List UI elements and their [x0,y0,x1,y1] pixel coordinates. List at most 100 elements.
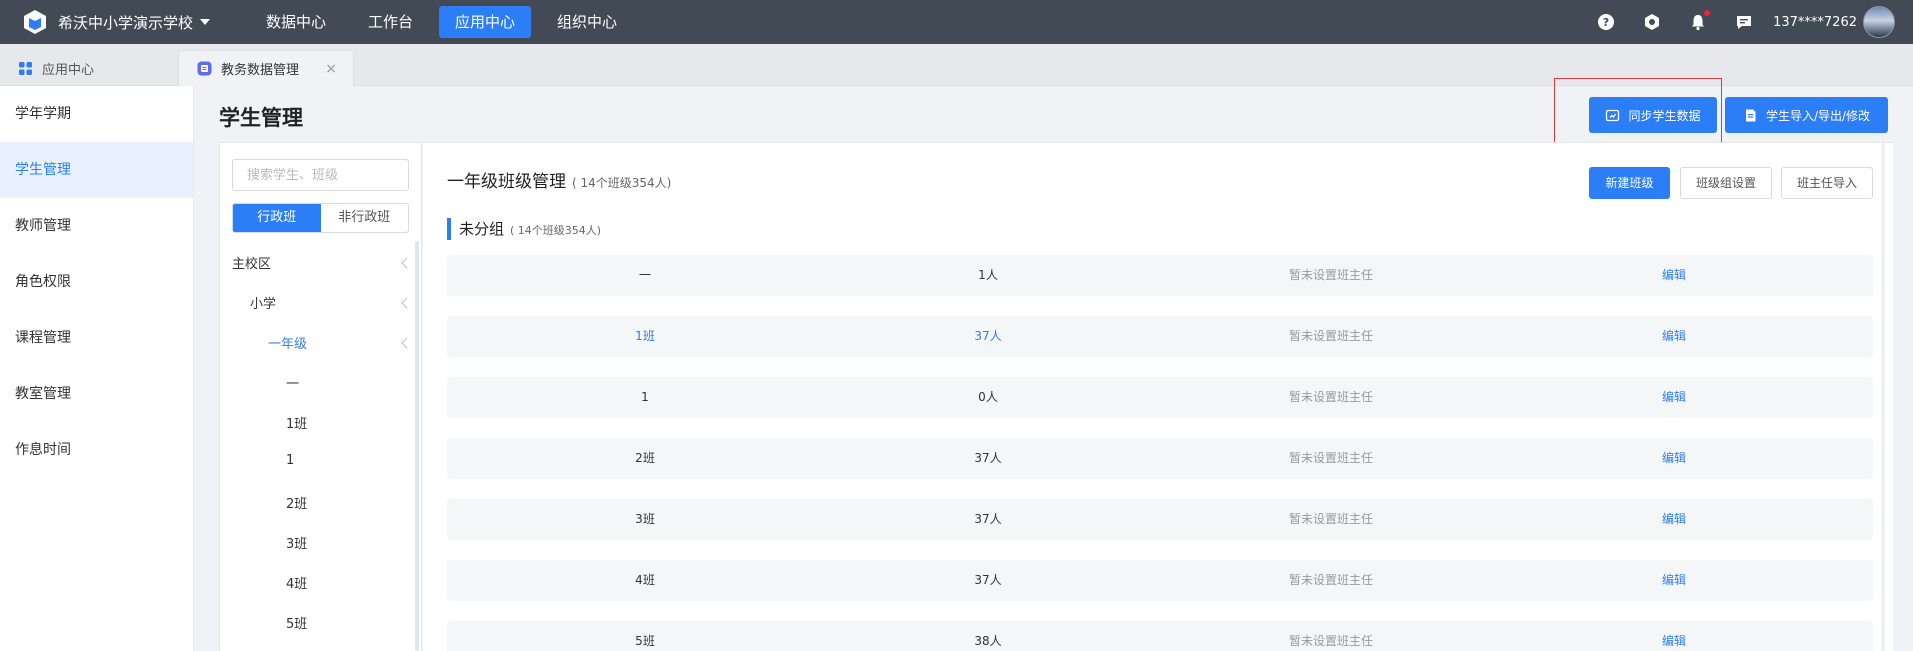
edit-link[interactable]: 编辑 [1662,438,1686,479]
table-row: 1班 37人 暂未设置班主任 编辑 [447,316,1873,357]
tab-app-center-label: 应用中心 [42,62,95,78]
edit-link[interactable]: 编辑 [1662,377,1686,418]
chevron-left-icon[interactable] [401,257,413,269]
notification-dot [1704,10,1711,16]
student-count: 37人 [974,512,1002,526]
class-name[interactable]: 1班 [635,316,655,357]
academic-app-icon [197,61,212,76]
head-teacher: 暂未设置班主任 [1288,390,1374,404]
head-teacher-import-button[interactable]: 班主任导入 [1781,167,1873,199]
chevron-left-icon[interactable] [401,297,413,309]
tree-node-class[interactable]: 3班 [286,533,307,552]
table-row: 3班 37人 暂未设置班主任 编辑 [447,499,1873,540]
top-right-tools: ? 137****7262 [1597,0,1913,44]
table-row: 1 0人 暂未设置班主任 编辑 [447,377,1873,418]
school-name: 希沃中小学演示学校 [58,13,194,32]
tree-node-grade-1[interactable]: 一年级 [268,333,307,352]
sidebar-item-course-management[interactable]: 课程管理 [0,310,193,366]
class-tree-panel: 行政班 非行政班 主校区 小学 一年级 一 1班 1 2班 3班 4班 5班 [219,142,422,651]
student-import-export-button[interactable]: 学生导入/导出/修改 [1725,97,1888,133]
class-name: 3班 [635,512,655,526]
table-row: 一 1人 暂未设置班主任 编辑 [447,255,1873,296]
tab-app-center[interactable]: 应用中心 [18,50,94,86]
tab-academic-data[interactable]: 教务数据管理 × [178,50,354,86]
edit-link[interactable]: 编辑 [1662,316,1686,357]
username[interactable]: 137****7262 [1773,15,1857,30]
help-icon[interactable]: ? [1597,13,1615,31]
sidebar: 学年学期 学生管理 教师管理 角色权限 课程管理 教室管理 作息时间 [0,86,194,651]
bell-icon[interactable] [1689,10,1711,31]
head-teacher: 暂未设置班主任 [1288,512,1374,526]
student-count: 37人 [974,451,1002,465]
page-title: 学生管理 [219,106,303,130]
sidebar-item-role-permissions[interactable]: 角色权限 [0,254,193,310]
segment-administrative-class[interactable]: 行政班 [233,204,321,232]
section-title-text: 一年级班级管理 [447,172,566,192]
tree-node-class[interactable]: 一 [286,373,299,392]
head-teacher: 暂未设置班主任 [1288,268,1374,282]
head-teacher: 暂未设置班主任 [1288,634,1374,648]
group-title-text: 未分组 [459,220,505,238]
section-summary: ( 14个班级354人) [572,176,672,190]
chevron-down-icon [200,19,211,25]
class-type-segmented: 行政班 非行政班 [232,203,409,233]
student-count: 37人 [974,573,1002,587]
tree-node-class[interactable]: 1班 [286,413,307,432]
nav-org-center[interactable]: 组织中心 [541,6,633,38]
class-name: 5班 [635,634,655,648]
sidebar-item-classroom-management[interactable]: 教室管理 [0,366,193,422]
head-teacher: 暂未设置班主任 [1288,329,1374,343]
class-management-panel: 一年级班级管理 ( 14个班级354人) 新建班级 班级组设置 班主任导入 未分组… [423,142,1893,651]
student-count[interactable]: 37人 [974,316,1001,357]
edit-link[interactable]: 编辑 [1662,255,1686,296]
tree-node-campus[interactable]: 主校区 [232,253,271,272]
close-icon[interactable]: × [325,61,337,77]
grid-apps-icon [19,61,32,75]
nav-workbench[interactable]: 工作台 [352,6,429,38]
top-navbar: 希沃中小学演示学校 数据中心 工作台 应用中心 组织中心 ? 137****72… [0,0,1913,44]
nav-app-center[interactable]: 应用中心 [439,6,532,38]
tree-node-class[interactable]: 5班 [286,613,307,632]
sidebar-item-school-year[interactable]: 学年学期 [0,86,193,142]
sync-icon [1606,109,1620,121]
new-class-button[interactable]: 新建班级 [1589,167,1670,199]
sidebar-item-teacher-management[interactable]: 教师管理 [0,198,193,254]
class-group-settings-button[interactable]: 班级组设置 [1680,167,1772,199]
main-nav: 数据中心 工作台 应用中心 组织中心 [250,0,643,44]
settings-hexagon-icon[interactable] [1643,13,1661,31]
tree-scrollbar[interactable] [415,241,419,651]
edit-link[interactable]: 编辑 [1662,499,1686,540]
sidebar-item-schedule[interactable]: 作息时间 [0,422,193,478]
nav-data-center[interactable]: 数据中心 [250,6,342,38]
class-name: 一 [638,268,652,282]
head-teacher: 暂未设置班主任 [1288,451,1374,465]
table-row: 4班 37人 暂未设置班主任 编辑 [447,560,1873,601]
svg-text:?: ? [1603,16,1609,29]
sidebar-item-student-management[interactable]: 学生管理 [0,142,193,198]
avatar[interactable] [1863,6,1895,38]
tree-node-class[interactable]: 4班 [286,573,307,592]
edit-link[interactable]: 编辑 [1662,621,1686,651]
tree-node-class[interactable]: 1 [286,453,294,468]
class-name: 4班 [635,573,655,587]
table-row: 5班 38人 暂未设置班主任 编辑 [447,621,1873,651]
group-summary: ( 14个班级354人) [510,224,602,237]
message-icon[interactable] [1735,13,1753,31]
chevron-left-icon[interactable] [401,337,413,349]
head-teacher: 暂未设置班主任 [1288,573,1374,587]
sync-student-data-label: 同步学生数据 [1628,108,1701,123]
school-switcher[interactable]: 希沃中小学演示学校 [0,9,250,35]
tree-node-class[interactable]: 2班 [286,493,307,512]
edit-link[interactable]: 编辑 [1662,560,1686,601]
student-count: 0人 [978,390,998,404]
class-name: 2班 [635,451,655,465]
search-input[interactable] [232,159,409,191]
section-title: 一年级班级管理 ( 14个班级354人) [447,167,671,192]
content-scrollbar[interactable] [1881,143,1885,651]
tree-node-primary[interactable]: 小学 [250,293,276,312]
sync-student-data-button[interactable]: 同步学生数据 [1589,97,1717,133]
import-file-icon [1745,109,1756,121]
tab-academic-data-label: 教务数据管理 [221,63,300,78]
group-title: 未分组 ( 14个班级354人) [447,218,601,240]
segment-non-administrative-class[interactable]: 非行政班 [321,204,409,232]
